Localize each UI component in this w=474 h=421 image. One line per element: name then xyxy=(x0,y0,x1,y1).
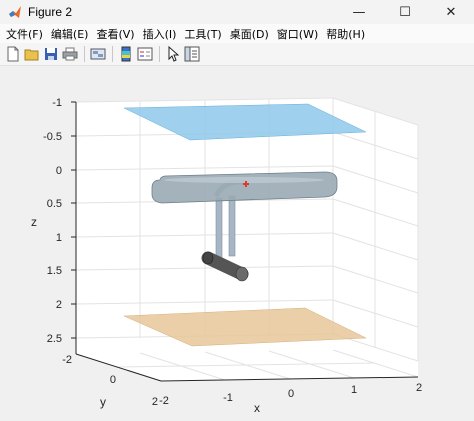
property-inspector-icon[interactable] xyxy=(183,46,200,63)
y-tick: -2 xyxy=(62,354,72,366)
figure-window: Figure 2 — ☐ ✕ 文件(F) 编辑(E) 查看(V) 插入(I) 工… xyxy=(0,0,474,421)
z-tick-labels: -1 -0.5 0 0.5 1 1.5 2 2.5 xyxy=(43,97,62,345)
z-tick: 2.5 xyxy=(47,333,62,345)
x-tick: 0 xyxy=(288,388,294,400)
menu-bar: 文件(F) 编辑(E) 查看(V) 插入(I) 工具(T) 桌面(D) 窗口(W… xyxy=(0,24,474,43)
window-title: Figure 2 xyxy=(28,5,73,19)
z-tick: 1 xyxy=(56,232,62,244)
minimize-button[interactable]: — xyxy=(336,0,382,24)
z-axis-label: z xyxy=(31,215,37,229)
x-tick: -2 xyxy=(159,395,169,407)
menu-tools[interactable]: 工具(T) xyxy=(180,26,225,42)
maximize-icon: ☐ xyxy=(399,4,411,20)
y-tick: 2 xyxy=(152,396,158,408)
menu-desktop[interactable]: 桌面(D) xyxy=(226,26,273,42)
close-icon: ✕ xyxy=(445,4,457,20)
link-plot-icon[interactable] xyxy=(89,46,106,63)
menu-insert[interactable]: 插入(I) xyxy=(139,26,181,42)
z-tick: 1.5 xyxy=(47,265,62,277)
y-axis-label: y xyxy=(100,395,106,409)
new-figure-icon[interactable] xyxy=(4,46,21,63)
hull-highlight xyxy=(164,177,324,183)
strut-left xyxy=(215,197,223,259)
maximize-button[interactable]: ☐ xyxy=(382,0,428,24)
z-tick: -1 xyxy=(52,97,62,109)
toolbar-separator xyxy=(84,46,85,62)
x-axis-label: x xyxy=(254,401,260,415)
strut-right xyxy=(228,195,236,257)
open-file-icon[interactable] xyxy=(23,46,40,63)
x-tick: -1 xyxy=(223,392,233,404)
toolbar-separator xyxy=(159,46,160,62)
menu-help[interactable]: 帮助(H) xyxy=(322,26,369,42)
menu-view[interactable]: 查看(V) xyxy=(92,26,138,42)
z-tick-marks xyxy=(71,101,76,339)
x-tick: 2 xyxy=(416,382,422,394)
x-tick-labels: -2 -1 0 1 2 xyxy=(159,382,422,407)
save-icon[interactable] xyxy=(42,46,59,63)
x-tick: 1 xyxy=(351,384,357,396)
z-tick: 0.5 xyxy=(47,198,62,210)
menu-edit[interactable]: 编辑(E) xyxy=(47,26,93,42)
print-icon[interactable] xyxy=(61,46,78,63)
title-bar: Figure 2 — ☐ ✕ xyxy=(0,0,474,24)
menu-window[interactable]: 窗口(W) xyxy=(273,26,322,42)
figure-canvas[interactable]: -1 -0.5 0 0.5 1 1.5 2 2.5 z -2 0 2 y -2 … xyxy=(0,66,474,421)
minimize-icon: — xyxy=(352,4,366,20)
matlab-logo-icon xyxy=(8,5,22,19)
z-tick: 0 xyxy=(56,165,62,177)
close-button[interactable]: ✕ xyxy=(428,0,474,24)
menu-file[interactable]: 文件(F) xyxy=(0,26,47,42)
colorbar-icon[interactable] xyxy=(117,46,134,63)
axes-3d[interactable]: -1 -0.5 0 0.5 1 1.5 2 2.5 z -2 0 2 y -2 … xyxy=(0,66,474,421)
figure-toolbar xyxy=(0,43,474,66)
z-tick: 2 xyxy=(56,299,62,311)
y-tick: 0 xyxy=(110,374,116,386)
legend-icon[interactable] xyxy=(136,46,153,63)
toolbar-separator xyxy=(112,46,113,62)
z-tick: -0.5 xyxy=(43,131,62,143)
pointer-icon[interactable] xyxy=(164,46,181,63)
